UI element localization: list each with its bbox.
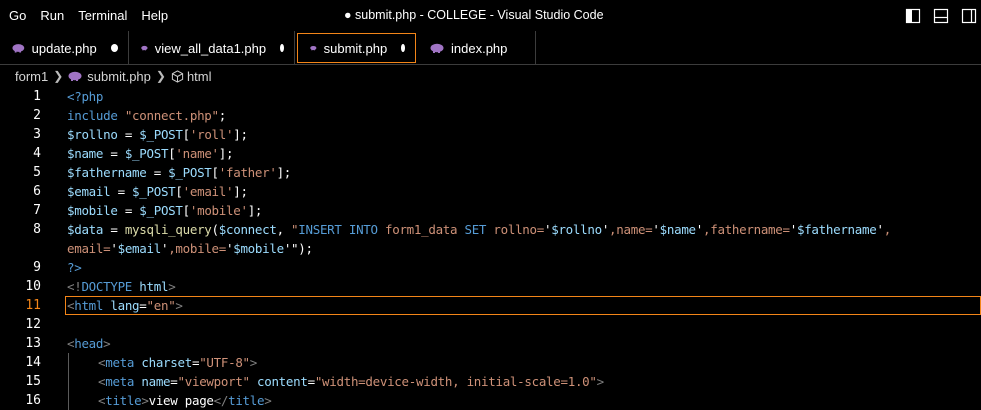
line-number: 1 — [33, 89, 41, 104]
tab-label: view_all_data1.php — [154, 40, 267, 56]
line-number: 5 — [33, 165, 41, 180]
code-text: $fathername = $_POST['father']; — [67, 165, 292, 180]
php-elephant-icon — [430, 43, 444, 53]
cube-icon — [171, 69, 184, 83]
code-line[interactable]: 5 $fathername = $_POST['father']; — [0, 163, 981, 182]
breadcrumb-file-label: submit.php — [87, 68, 151, 84]
code-line[interactable]: 16 <title>view page</title> — [0, 391, 981, 410]
line-number: 6 — [33, 184, 41, 199]
code-text: <html lang="en"> — [67, 298, 183, 313]
code-text: $email = $_POST['email']; — [67, 184, 248, 199]
code-text: <?php — [67, 89, 104, 104]
code-line[interactable]: 2 include "connect.php"; — [0, 106, 981, 125]
php-elephant-icon — [310, 45, 317, 51]
tab-submit-php[interactable]: submit.php — [297, 33, 416, 63]
line-number: 10 — [25, 279, 41, 294]
tab-label: update.php — [31, 40, 97, 56]
code-line[interactable]: 14 <meta charset="UTF-8"> — [0, 353, 981, 372]
code-line[interactable]: 6 $email = $_POST['email']; — [0, 182, 981, 201]
code-text: $name = $_POST['name']; — [67, 146, 234, 161]
code-line[interactable]: 8 $data = mysqli_query($connect, "INSERT… — [0, 220, 981, 239]
code-text: <head> — [67, 336, 111, 351]
toggle-secondary-sidebar-icon[interactable] — [957, 4, 981, 28]
code-line-current[interactable]: 11 <html lang="en"> — [0, 296, 981, 315]
line-number: 7 — [33, 203, 41, 218]
code-text: email='$email',mobile='$mobile'"); — [67, 241, 313, 256]
line-number: 4 — [33, 146, 41, 161]
line-number: 13 — [25, 336, 41, 351]
code-line[interactable]: 9 ?> — [0, 258, 981, 277]
code-text: <title>view page</title> — [98, 393, 272, 408]
modified-dot-icon[interactable] — [110, 44, 118, 52]
breadcrumb-folder[interactable]: form1 — [15, 69, 48, 84]
modified-dot-icon[interactable] — [401, 44, 405, 52]
title-bar: Go Run Terminal Help ● submit.php - COLL… — [0, 0, 981, 31]
code-line[interactable]: 1 <?php — [0, 87, 981, 106]
code-text: <!DOCTYPE html> — [67, 279, 176, 294]
line-number: 15 — [25, 374, 41, 389]
line-number: 3 — [33, 127, 41, 142]
code-text: $data = mysqli_query($connect, "INSERT I… — [67, 222, 891, 237]
tab-update-php[interactable]: update.php — [0, 31, 129, 65]
line-number: 16 — [25, 393, 41, 408]
code-text: <meta name="viewport" content="width=dev… — [98, 374, 604, 389]
breadcrumb-file[interactable]: submit.php — [68, 69, 151, 84]
code-line[interactable]: 12 — [0, 315, 981, 334]
code-line[interactable]: 4 $name = $_POST['name']; — [0, 144, 981, 163]
breadcrumb-symbol-label: html — [186, 68, 212, 84]
line-number: 12 — [25, 317, 41, 332]
toggle-primary-sidebar-icon[interactable] — [901, 4, 925, 28]
chevron-right-icon: ❯ — [155, 69, 166, 83]
code-line[interactable]: 13 <head> — [0, 334, 981, 353]
line-number: 2 — [33, 108, 41, 123]
window-title: ● submit.php - COLLEGE - Visual Studio C… — [0, 0, 930, 31]
chevron-right-icon: ❯ — [53, 69, 64, 83]
php-elephant-icon — [12, 44, 25, 53]
code-line[interactable]: 10 <!DOCTYPE html> — [0, 277, 981, 296]
code-line-wrapped[interactable]: email='$email',mobile='$mobile'"); — [0, 239, 981, 258]
tab-view-all-data1-php[interactable]: view_all_data1.php — [129, 31, 295, 65]
tab-index-php[interactable]: index.php — [418, 31, 536, 65]
window-title-text: ● submit.php - COLLEGE - Visual Studio C… — [344, 8, 604, 22]
line-number: 8 — [33, 222, 41, 237]
code-text: include "connect.php"; — [67, 108, 226, 123]
line-number: 14 — [25, 355, 41, 370]
current-line-highlight — [65, 296, 981, 315]
code-line[interactable]: 15 <meta name="viewport" content="width=… — [0, 372, 981, 391]
code-text: <meta charset="UTF-8"> — [98, 355, 258, 370]
php-elephant-icon — [68, 71, 82, 81]
breadcrumb: form1 ❯ submit.php ❯ html — [0, 65, 981, 87]
toggle-panel-icon[interactable] — [929, 4, 953, 28]
code-line[interactable]: 7 $mobile = $_POST['mobile']; — [0, 201, 981, 220]
code-editor[interactable]: 1 <?php 2 include "connect.php"; 3 $roll… — [0, 87, 981, 410]
line-number: 11 — [25, 298, 41, 313]
layout-controls — [897, 0, 981, 31]
editor-tabs: update.php view_all_data1.php submit.php… — [0, 31, 981, 65]
tab-label: submit.php — [323, 40, 388, 56]
code-text: $rollno = $_POST['roll']; — [67, 127, 248, 142]
php-elephant-icon — [141, 45, 148, 51]
modified-dot-icon[interactable] — [280, 44, 284, 52]
breadcrumb-symbol[interactable]: html — [171, 69, 212, 84]
tab-label: index.php — [451, 40, 508, 56]
line-number: 9 — [33, 260, 41, 275]
code-text: $mobile = $_POST['mobile']; — [67, 203, 263, 218]
code-line[interactable]: 3 $rollno = $_POST['roll']; — [0, 125, 981, 144]
code-text: ?> — [67, 260, 82, 275]
